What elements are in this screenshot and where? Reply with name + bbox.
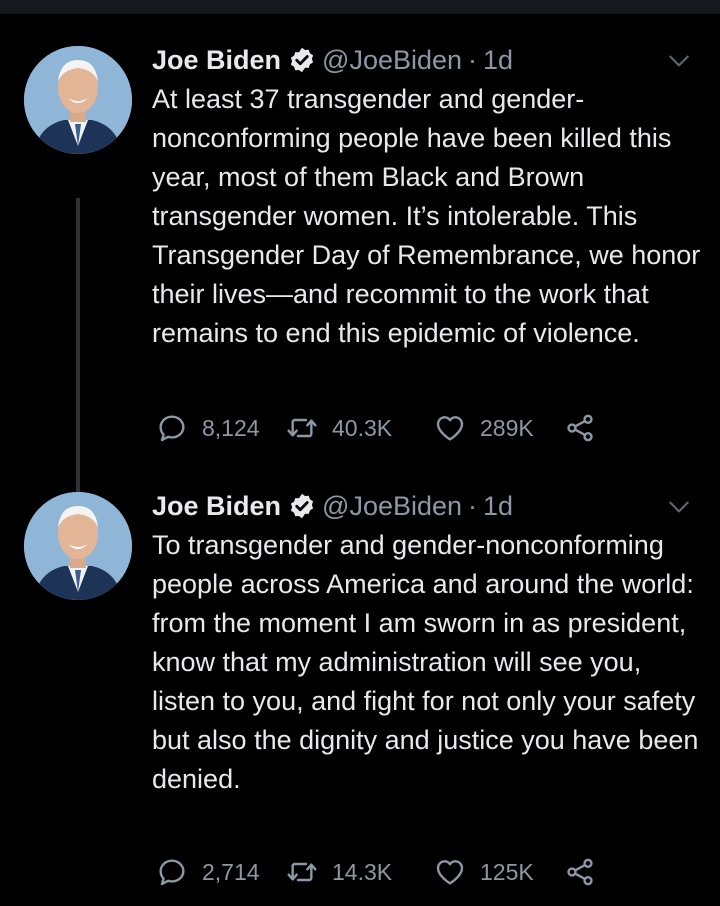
verified-icon <box>290 47 314 73</box>
verified-icon <box>290 493 314 519</box>
timestamp[interactable]: 1d <box>483 45 513 76</box>
share-icon <box>567 858 593 886</box>
tweet[interactable]: Joe Biden @JoeBiden · 1d At least 37 tra… <box>0 40 720 528</box>
retweet-icon <box>287 862 317 882</box>
tweet-actions: 2,714 14.3K 125K <box>156 856 596 888</box>
reply-icon <box>159 415 185 442</box>
like-icon <box>436 860 464 885</box>
like-count: 125K <box>480 858 534 885</box>
retweet-count: 40.3K <box>332 414 393 441</box>
retweet-button[interactable]: 40.3K <box>286 412 434 444</box>
tweet-actions: 8,124 40.3K 289K <box>156 412 596 444</box>
reply-icon <box>159 859 185 886</box>
timestamp[interactable]: 1d <box>483 491 513 522</box>
tweet-text: To transgender and gender-nonconforming … <box>152 530 699 794</box>
avatar[interactable] <box>24 46 132 154</box>
tweet[interactable]: Joe Biden @JoeBiden · 1d To transgender … <box>0 486 720 906</box>
avatar[interactable] <box>24 492 132 600</box>
retweet-button[interactable]: 14.3K <box>286 856 434 888</box>
like-count: 289K <box>480 414 534 441</box>
share-button[interactable] <box>564 856 596 888</box>
retweet-icon <box>287 418 317 438</box>
author-handle[interactable]: @JoeBiden <box>322 45 462 76</box>
author-handle[interactable]: @JoeBiden <box>322 491 462 522</box>
separator: · <box>468 44 478 75</box>
author-name[interactable]: Joe Biden <box>152 45 281 76</box>
reply-count: 2,714 <box>202 858 260 885</box>
share-button[interactable] <box>564 412 596 444</box>
caret-down-icon[interactable] <box>666 494 692 520</box>
reply-button[interactable]: 2,714 <box>156 856 286 888</box>
reply-button[interactable]: 8,124 <box>156 412 286 444</box>
retweet-count: 14.3K <box>332 858 393 885</box>
share-icon <box>567 414 593 442</box>
reply-count: 8,124 <box>202 414 260 441</box>
like-button[interactable]: 289K <box>434 412 564 444</box>
separator: · <box>468 490 478 521</box>
tweet-header: Joe Biden @JoeBiden · 1d <box>152 40 513 80</box>
caret-down-icon[interactable] <box>666 48 692 74</box>
author-name[interactable]: Joe Biden <box>152 491 281 522</box>
like-button[interactable]: 125K <box>434 856 564 888</box>
like-icon <box>436 416 464 441</box>
tweet-header: Joe Biden @JoeBiden · 1d <box>152 486 513 526</box>
top-bar <box>0 0 720 20</box>
thread-line <box>76 198 80 528</box>
tweet-text: At least 37 transgender and gender-nonco… <box>152 84 701 348</box>
